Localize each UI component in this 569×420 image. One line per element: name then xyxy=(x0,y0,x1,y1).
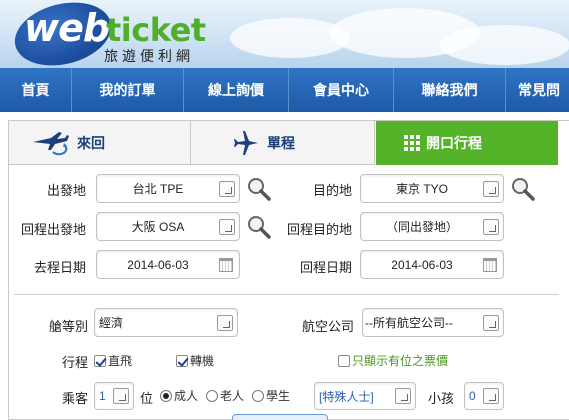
destination-label: 目的地 xyxy=(312,183,352,198)
tab-open-jaw-label: 開口行程 xyxy=(426,135,482,151)
itinerary-label: 行程 xyxy=(61,355,88,370)
checkbox-empty-icon xyxy=(338,354,350,367)
nav-item-my-orders[interactable]: 我的訂單 xyxy=(72,68,184,112)
seat-unit-label: 位 xyxy=(140,391,154,406)
logo-subtitle: 旅遊便利網 xyxy=(104,49,194,65)
logo-web-text[interactable]: web xyxy=(24,6,110,50)
cabin-label: 艙等別 xyxy=(48,319,88,334)
radio-selected-icon xyxy=(160,389,172,402)
tab-one-way-label: 單程 xyxy=(267,134,295,151)
student-radio[interactable]: 學生 xyxy=(252,387,290,404)
radio-empty-icon xyxy=(206,389,218,402)
calendar-icon[interactable] xyxy=(483,257,497,272)
return-dest-select[interactable]: （同出發地） xyxy=(360,212,504,241)
senior-radio[interactable]: 老人 xyxy=(206,387,244,404)
return-date-label: 回程日期 xyxy=(299,260,352,275)
depart-date-input[interactable]: 2014-06-03 xyxy=(96,250,240,279)
section-divider xyxy=(14,294,559,295)
seats-only-checkbox[interactable]: 只顯示有位之票價 xyxy=(338,352,448,369)
logo-ticket-text[interactable]: ticket xyxy=(106,11,206,49)
depart-date-value: 2014-06-03 xyxy=(127,257,189,272)
dropdown-arrow-icon xyxy=(113,388,129,404)
return-date-input[interactable]: 2014-06-03 xyxy=(360,250,504,279)
return-origin-value: 大阪 OSA xyxy=(131,220,185,234)
return-dest-label: 回程目的地 xyxy=(286,222,352,237)
radio-empty-icon xyxy=(252,389,264,402)
grid-icon xyxy=(404,135,420,151)
special-passenger-select[interactable]: [特殊人士] xyxy=(314,382,416,410)
nav-item-home[interactable]: 首頁 xyxy=(0,68,72,112)
passenger-count-value: 1 xyxy=(99,389,106,403)
search-icon[interactable] xyxy=(246,214,272,240)
destination-select[interactable]: 東京 TYO xyxy=(360,174,504,203)
child-count-select[interactable]: 0 xyxy=(464,382,504,410)
origin-value: 台北 TPE xyxy=(132,182,184,196)
cabin-value: 經濟 xyxy=(99,316,124,330)
search-icon[interactable] xyxy=(510,176,536,202)
trip-type-tabs: 來回 單程 開口行程 xyxy=(9,121,569,165)
direct-label: 直飛 xyxy=(108,354,133,368)
transfer-label: 轉機 xyxy=(190,354,215,368)
dropdown-arrow-icon xyxy=(395,388,411,404)
adult-label: 成人 xyxy=(174,389,199,403)
child-count-value: 0 xyxy=(469,389,476,403)
return-dest-value: （同出發地） xyxy=(385,220,458,234)
airline-select[interactable]: --所有航空公司-- xyxy=(362,308,504,337)
nav-item-faq[interactable]: 常見問 xyxy=(506,68,569,112)
round-trip-plane-icon xyxy=(33,131,69,155)
cabin-select[interactable]: 經濟 xyxy=(94,308,238,337)
student-label: 學生 xyxy=(266,389,291,403)
site-header: web ticket 旅遊便利網 xyxy=(0,0,569,68)
dropdown-arrow-icon xyxy=(483,388,499,404)
tab-one-way[interactable]: 單程 xyxy=(191,121,375,165)
dropdown-arrow-icon xyxy=(217,314,233,331)
dropdown-arrow-icon xyxy=(219,218,235,235)
return-origin-select[interactable]: 大阪 OSA xyxy=(96,212,240,241)
tab-round-trip[interactable]: 來回 xyxy=(9,121,191,165)
child-label: 小孩 xyxy=(428,391,455,406)
one-way-plane-icon xyxy=(234,130,258,155)
passenger-count-select[interactable]: 1 xyxy=(94,382,134,410)
checkbox-checked-icon xyxy=(176,354,188,367)
depart-date-label: 去程日期 xyxy=(33,260,86,275)
destination-value: 東京 TYO xyxy=(395,182,448,196)
airline-value: --所有航空公司-- xyxy=(365,316,453,330)
nav-item-contact-us[interactable]: 聯絡我們 xyxy=(394,68,506,112)
search-icon[interactable] xyxy=(246,176,272,202)
senior-label: 老人 xyxy=(220,389,245,403)
nav-item-online-inquiry[interactable]: 線上詢價 xyxy=(184,68,289,112)
tab-round-trip-label: 來回 xyxy=(77,134,105,151)
search-button[interactable] xyxy=(232,414,328,420)
special-passenger-value: [特殊人士] xyxy=(319,389,374,404)
dropdown-arrow-icon xyxy=(483,180,499,197)
return-origin-label: 回程出發地 xyxy=(20,222,86,237)
dropdown-arrow-icon xyxy=(219,180,235,197)
tab-open-jaw[interactable]: 開口行程 xyxy=(376,121,558,165)
adult-radio[interactable]: 成人 xyxy=(160,387,198,404)
cloud-decoration xyxy=(440,25,569,65)
dropdown-arrow-icon xyxy=(483,314,499,331)
origin-select[interactable]: 台北 TPE xyxy=(96,174,240,203)
airline-label: 航空公司 xyxy=(301,319,354,334)
calendar-icon[interactable] xyxy=(219,257,233,272)
passenger-label: 乘客 xyxy=(61,391,88,406)
transfer-checkbox[interactable]: 轉機 xyxy=(176,352,214,369)
dropdown-arrow-icon xyxy=(483,218,499,235)
seats-only-label: 只顯示有位之票價 xyxy=(352,354,449,368)
main-nav: 首頁 我的訂單 線上詢價 會員中心 聯絡我們 常見問 xyxy=(0,68,569,112)
nav-item-member-center[interactable]: 會員中心 xyxy=(289,68,394,112)
return-date-value: 2014-06-03 xyxy=(391,257,453,272)
direct-checkbox[interactable]: 直飛 xyxy=(94,352,132,369)
checkbox-checked-icon xyxy=(94,354,106,367)
origin-label: 出發地 xyxy=(46,183,86,198)
